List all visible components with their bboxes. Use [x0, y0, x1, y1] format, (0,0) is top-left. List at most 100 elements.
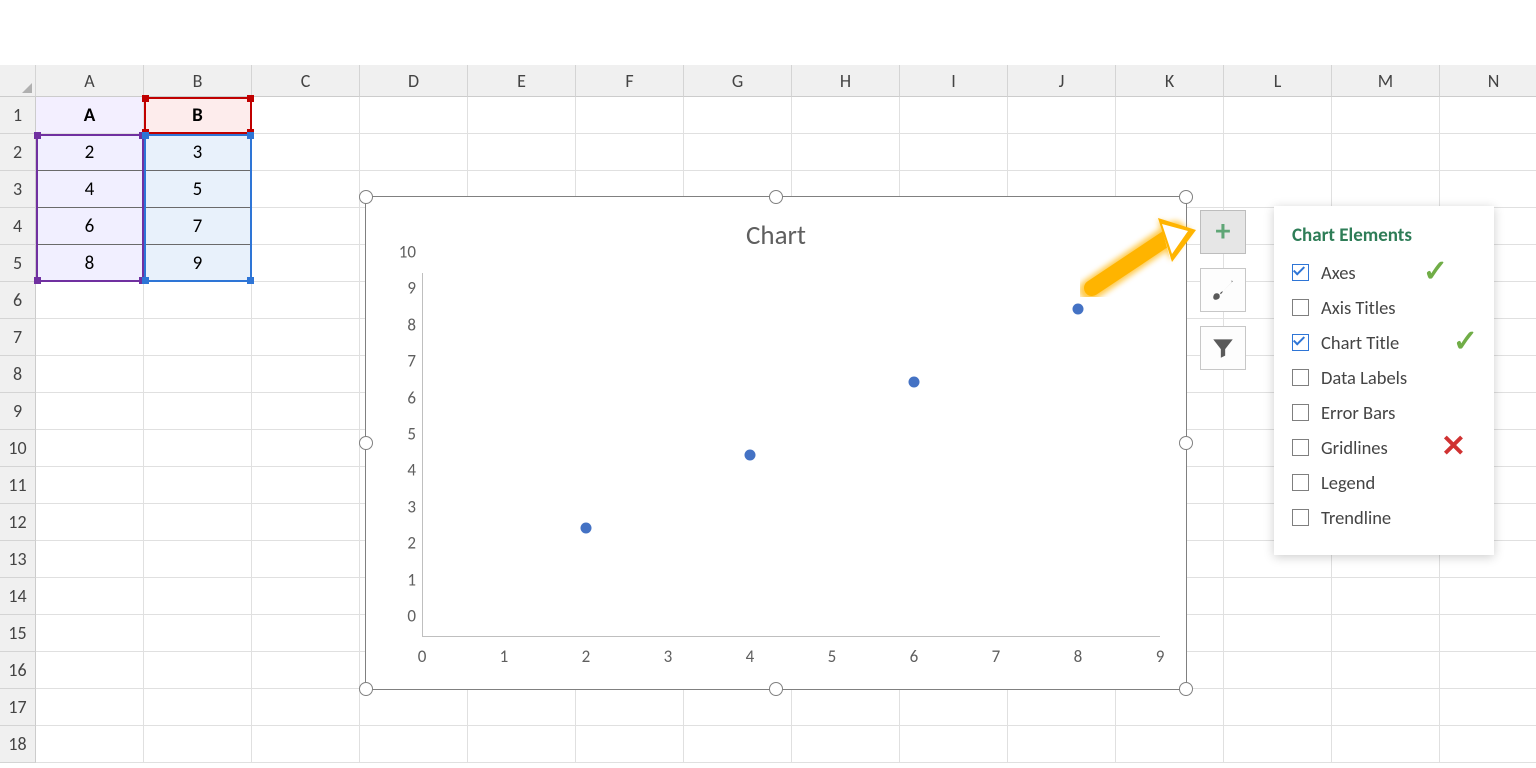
column-headers: A B C D E F G H I J K L M N: [0, 65, 1536, 97]
row-header-4[interactable]: 4: [0, 208, 36, 245]
data-point[interactable]: [1072, 304, 1083, 315]
resize-handle[interactable]: [1179, 190, 1193, 204]
col-header-L[interactable]: L: [1224, 65, 1332, 97]
row-header-8[interactable]: 8: [0, 356, 36, 393]
row-header-9[interactable]: 9: [0, 393, 36, 430]
checkbox[interactable]: [1292, 369, 1309, 386]
row-header-1[interactable]: 1: [0, 97, 36, 134]
y-tick: 10: [388, 242, 416, 263]
row-header-13[interactable]: 13: [0, 541, 36, 578]
flyout-item-label: Axis Titles: [1321, 296, 1396, 319]
col-header-B[interactable]: B: [144, 65, 252, 97]
flyout-item-chart-title[interactable]: Chart Title ✓: [1292, 331, 1476, 354]
col-header-E[interactable]: E: [468, 65, 576, 97]
flyout-item-axis-titles[interactable]: Axis Titles: [1292, 296, 1476, 319]
flyout-item-legend[interactable]: Legend: [1292, 471, 1476, 494]
flyout-item-error-bars[interactable]: Error Bars: [1292, 401, 1476, 424]
x-tick: 4: [746, 646, 755, 667]
chart-side-buttons: +: [1200, 210, 1246, 384]
chart-styles-button[interactable]: [1200, 268, 1246, 312]
checkbox[interactable]: [1292, 299, 1309, 316]
x-tick: 3: [664, 646, 673, 667]
resize-handle[interactable]: [769, 682, 783, 696]
x-tick: 8: [1074, 646, 1083, 667]
chart-title[interactable]: Chart: [366, 219, 1186, 252]
resize-handle[interactable]: [769, 190, 783, 204]
resize-handle[interactable]: [1179, 682, 1193, 696]
flyout-item-axes[interactable]: Axes ✓: [1292, 261, 1476, 284]
row-header-14[interactable]: 14: [0, 578, 36, 615]
chart-elements-button[interactable]: +: [1200, 210, 1246, 254]
checkbox[interactable]: [1292, 334, 1309, 351]
row-header-17[interactable]: 17: [0, 689, 36, 726]
col-header-M[interactable]: M: [1332, 65, 1440, 97]
resize-handle[interactable]: [359, 190, 373, 204]
col-header-N[interactable]: N: [1440, 65, 1536, 97]
row-header-3[interactable]: 3: [0, 171, 36, 208]
flyout-item-label: Axes: [1321, 261, 1356, 284]
col-header-A[interactable]: A: [36, 65, 144, 97]
flyout-item-label: Chart Title: [1321, 331, 1399, 354]
flyout-item-label: Data Labels: [1321, 366, 1407, 389]
checkbox[interactable]: [1292, 439, 1309, 456]
embedded-chart[interactable]: Chart 0 1 2 3 4 5 6 7 8 9 10 0 1 2 3 4 5…: [365, 196, 1187, 690]
y-tick: 9: [388, 278, 416, 299]
row-header-6[interactable]: 6: [0, 282, 36, 319]
flyout-item-trendline[interactable]: Trendline: [1292, 506, 1476, 529]
row-header-5[interactable]: 5: [0, 245, 36, 282]
col-header-J[interactable]: J: [1008, 65, 1116, 97]
y-axis[interactable]: [422, 273, 423, 637]
cell-A1[interactable]: A: [36, 97, 144, 134]
row-header-7[interactable]: 7: [0, 319, 36, 356]
col-header-I[interactable]: I: [900, 65, 1008, 97]
x-tick: 7: [992, 646, 1001, 667]
y-tick: 7: [388, 351, 416, 372]
flyout-item-gridlines[interactable]: Gridlines ✕: [1292, 436, 1476, 459]
data-point[interactable]: [744, 450, 755, 461]
chart-elements-flyout: Chart Elements Axes ✓ Axis Titles Chart …: [1274, 206, 1494, 555]
row-header-16[interactable]: 16: [0, 652, 36, 689]
col-header-F[interactable]: F: [576, 65, 684, 97]
flyout-item-data-labels[interactable]: Data Labels: [1292, 366, 1476, 389]
row-header-15[interactable]: 15: [0, 615, 36, 652]
row-header-10[interactable]: 10: [0, 430, 36, 467]
checkbox[interactable]: [1292, 264, 1309, 281]
select-all-corner[interactable]: [0, 65, 36, 97]
flyout-item-label: Gridlines: [1321, 436, 1388, 459]
x-tick: 5: [828, 646, 837, 667]
x-axis[interactable]: [422, 636, 1160, 637]
resize-handle[interactable]: [359, 682, 373, 696]
flyout-title: Chart Elements: [1292, 224, 1476, 247]
checkbox[interactable]: [1292, 404, 1309, 421]
range-selection-b-data: [144, 134, 252, 282]
row-header-11[interactable]: 11: [0, 467, 36, 504]
resize-handle[interactable]: [1179, 436, 1193, 450]
plus-icon: +: [1216, 217, 1231, 247]
y-tick: 5: [388, 424, 416, 445]
y-tick: 0: [388, 606, 416, 627]
chart-filter-button[interactable]: [1200, 326, 1246, 370]
resize-handle[interactable]: [359, 436, 373, 450]
col-header-C[interactable]: C: [252, 65, 360, 97]
funnel-icon: [1210, 335, 1236, 361]
cell-C1[interactable]: [252, 97, 360, 134]
annotation-check-icon: ✓: [1453, 323, 1478, 360]
checkbox[interactable]: [1292, 474, 1309, 491]
col-header-K[interactable]: K: [1116, 65, 1224, 97]
flyout-item-label: Legend: [1321, 471, 1375, 494]
row-header-2[interactable]: 2: [0, 134, 36, 171]
checkbox[interactable]: [1292, 509, 1309, 526]
data-point[interactable]: [580, 522, 591, 533]
row-header-18[interactable]: 18: [0, 726, 36, 763]
annotation-check-icon: ✓: [1423, 253, 1448, 290]
col-header-G[interactable]: G: [684, 65, 792, 97]
data-point[interactable]: [908, 377, 919, 388]
col-header-H[interactable]: H: [792, 65, 900, 97]
y-tick: 6: [388, 387, 416, 408]
plot-area[interactable]: 0 1 2 3 4 5 6 7 8 9 10 0 1 2 3 4 5 6 7 8…: [422, 273, 1160, 637]
row-header-12[interactable]: 12: [0, 504, 36, 541]
range-selection-a: [36, 134, 144, 282]
x-tick: 6: [910, 646, 919, 667]
col-header-D[interactable]: D: [360, 65, 468, 97]
x-tick: 1: [500, 646, 509, 667]
